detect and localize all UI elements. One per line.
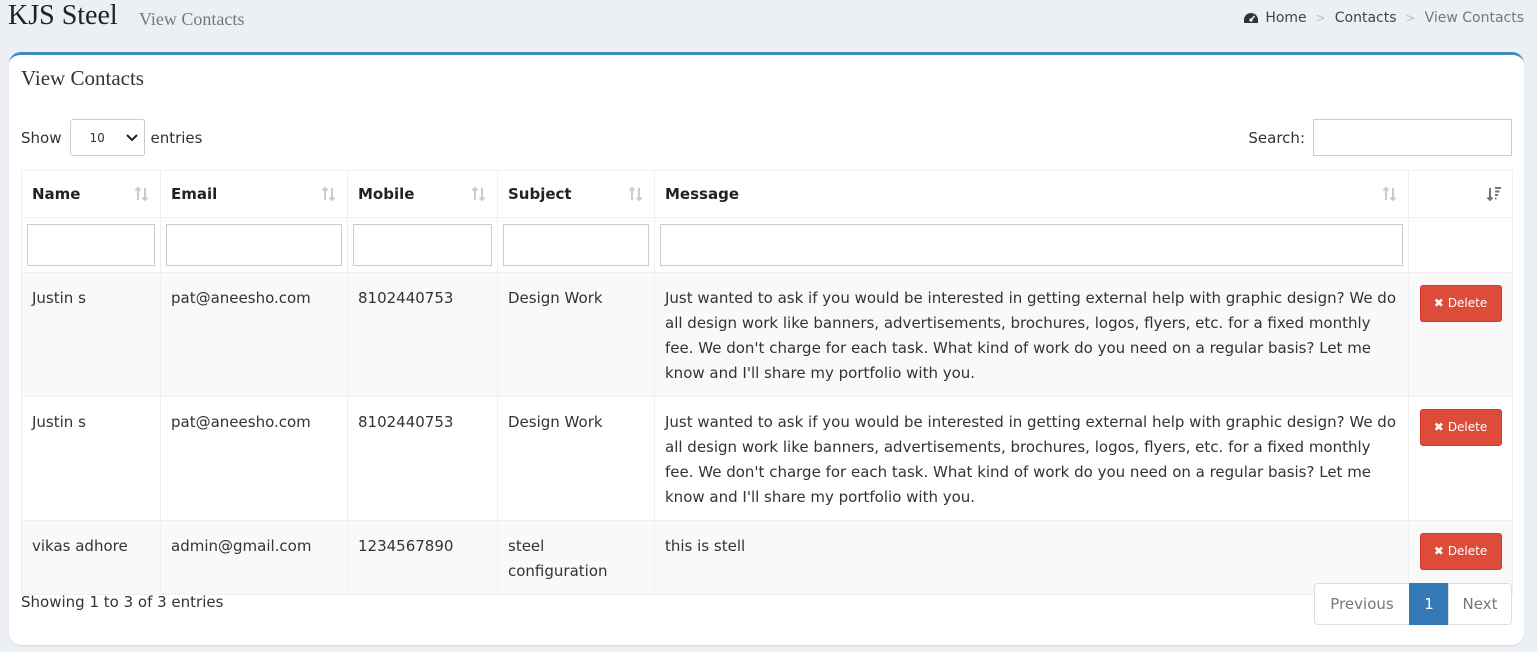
delete-label: Delete bbox=[1447, 544, 1488, 558]
pagination: Previous 1 Next bbox=[1314, 583, 1512, 625]
page-1-button[interactable]: 1 bbox=[1409, 583, 1449, 625]
box-title: View Contacts bbox=[21, 66, 144, 90]
cell-email: pat@aneesho.com bbox=[160, 396, 348, 521]
cell-name: Justin s bbox=[21, 272, 161, 397]
entries-select[interactable]: 10 bbox=[70, 119, 146, 156]
delete-button[interactable]: ✖ Delete bbox=[1419, 409, 1502, 446]
cell-message: Just wanted to ask if you would be inter… bbox=[654, 396, 1409, 521]
column-header-mobile[interactable]: Mobile bbox=[347, 170, 498, 218]
cell-email: admin@gmail.com bbox=[160, 520, 348, 595]
table-row: Justin s pat@aneesho.com 8102440753 Desi… bbox=[21, 272, 1513, 397]
chevron-down-icon bbox=[126, 133, 139, 141]
table-row: vikas adhore admin@gmail.com 1234567890 … bbox=[21, 520, 1513, 595]
breadcrumb-current: View Contacts bbox=[1424, 10, 1524, 26]
cell-mobile: 8102440753 bbox=[347, 272, 498, 397]
contacts-box: View Contacts Show 10 entries Search: Na… bbox=[9, 52, 1524, 645]
column-header-name[interactable]: Name bbox=[21, 170, 161, 218]
cell-subject: Design Work bbox=[497, 272, 655, 397]
table-info: Showing 1 to 3 of 3 entries bbox=[21, 593, 224, 611]
contacts-table: Name Email Mobile Subject Message Justin… bbox=[21, 170, 1513, 595]
search-control: Search: bbox=[1248, 119, 1512, 156]
email-filter-input[interactable] bbox=[166, 224, 342, 266]
brand-title: KJS Steel bbox=[8, 0, 118, 31]
breadcrumb-home[interactable]: Home bbox=[1265, 10, 1306, 26]
search-label: Search: bbox=[1248, 128, 1305, 147]
message-filter-input[interactable] bbox=[660, 224, 1403, 266]
next-page-button[interactable]: Next bbox=[1448, 583, 1512, 625]
cell-mobile: 8102440753 bbox=[347, 396, 498, 521]
delete-label: Delete bbox=[1447, 420, 1488, 434]
subject-filter-input[interactable] bbox=[503, 224, 649, 266]
column-header-message[interactable]: Message bbox=[654, 170, 1409, 218]
delete-button[interactable]: ✖ Delete bbox=[1419, 533, 1502, 570]
column-header-subject[interactable]: Subject bbox=[497, 170, 655, 218]
cell-message: this is stell bbox=[654, 520, 1409, 595]
breadcrumb-separator: > bbox=[1405, 11, 1416, 25]
column-filter-row bbox=[21, 217, 1513, 273]
breadcrumb: Home > Contacts > View Contacts bbox=[1243, 10, 1524, 26]
cell-subject: Design Work bbox=[497, 396, 655, 521]
cell-subject: steel configuration bbox=[497, 520, 655, 595]
delete-button[interactable]: ✖ Delete bbox=[1419, 285, 1502, 322]
name-filter-input[interactable] bbox=[27, 224, 155, 266]
page-subtitle: View Contacts bbox=[139, 9, 245, 29]
mobile-filter-input[interactable] bbox=[353, 224, 492, 266]
sort-icon bbox=[628, 186, 643, 202]
cell-name: Justin s bbox=[21, 396, 161, 521]
sort-icon bbox=[471, 186, 486, 202]
dashboard-icon bbox=[1244, 13, 1259, 23]
entries-select-value: 10 bbox=[89, 130, 105, 145]
close-icon: ✖ bbox=[1433, 420, 1444, 434]
sort-icon bbox=[1382, 186, 1397, 202]
column-header-email[interactable]: Email bbox=[160, 170, 348, 218]
cell-name: vikas adhore bbox=[21, 520, 161, 595]
entries-label: entries bbox=[150, 128, 203, 147]
sort-desc-icon bbox=[1486, 187, 1501, 202]
delete-label: Delete bbox=[1447, 296, 1488, 310]
table-header-row: Name Email Mobile Subject Message bbox=[21, 170, 1513, 218]
cell-message: Just wanted to ask if you would be inter… bbox=[654, 272, 1409, 397]
sort-icon bbox=[134, 186, 149, 202]
page-header: KJS Steel View Contacts Home > Contacts … bbox=[0, 0, 1537, 44]
breadcrumb-separator: > bbox=[1315, 11, 1326, 25]
sort-icon bbox=[321, 186, 336, 202]
entries-length-control: Show 10 entries bbox=[21, 119, 202, 156]
cell-mobile: 1234567890 bbox=[347, 520, 498, 595]
close-icon: ✖ bbox=[1433, 296, 1444, 310]
show-label: Show bbox=[21, 128, 62, 147]
breadcrumb-contacts[interactable]: Contacts bbox=[1335, 10, 1397, 26]
previous-page-button[interactable]: Previous bbox=[1314, 583, 1410, 625]
cell-email: pat@aneesho.com bbox=[160, 272, 348, 397]
close-icon: ✖ bbox=[1433, 544, 1444, 558]
table-row: Justin s pat@aneesho.com 8102440753 Desi… bbox=[21, 396, 1513, 521]
search-input[interactable] bbox=[1313, 119, 1512, 156]
column-header-action[interactable] bbox=[1408, 170, 1513, 218]
